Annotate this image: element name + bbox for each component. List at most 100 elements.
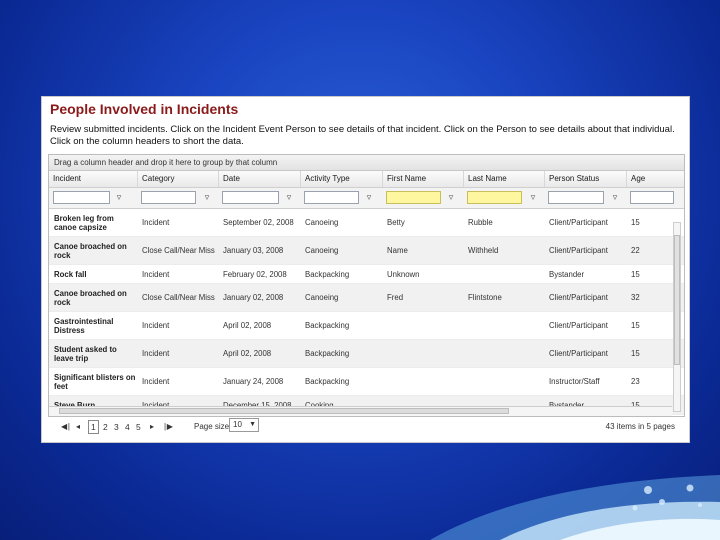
- filter-icon[interactable]: ▿: [283, 191, 295, 204]
- column-header-activity-type[interactable]: Activity Type: [300, 171, 382, 187]
- grid-body: Broken leg from canoe capsize Incident S…: [49, 209, 684, 415]
- first-name-cell[interactable]: [382, 340, 463, 367]
- category-cell: Incident: [142, 349, 170, 358]
- page-number-current[interactable]: 1: [88, 420, 99, 434]
- grid-header: Incident Category Date Activity Type Fir…: [49, 171, 684, 188]
- date-cell: April 02, 2008: [223, 321, 272, 330]
- category-cell: Close Call/Near Miss: [142, 246, 215, 255]
- scrollbar-thumb[interactable]: [59, 408, 509, 414]
- last-name-cell[interactable]: Rubble: [463, 209, 544, 236]
- filter-input-incident[interactable]: [53, 191, 110, 204]
- activity-cell: Canoeing: [305, 218, 339, 227]
- date-cell: January 24, 2008: [223, 377, 284, 386]
- filter-input-last-name[interactable]: [467, 191, 522, 204]
- filter-icon[interactable]: ▿: [363, 191, 375, 204]
- last-name-cell[interactable]: Flintstone: [463, 284, 544, 311]
- category-cell: Close Call/Near Miss: [142, 293, 215, 302]
- last-page-icon[interactable]: | ▶: [164, 422, 173, 431]
- last-name-cell[interactable]: Withheld: [463, 237, 544, 264]
- group-by-drop-zone[interactable]: Drag a column header and drop it here to…: [49, 155, 684, 171]
- filter-icon[interactable]: ▿: [609, 191, 621, 204]
- incident-link[interactable]: Student asked to leave trip: [49, 340, 137, 367]
- status-cell: Client/Participant: [549, 218, 608, 227]
- page-size-select[interactable]: 10 ▼: [229, 418, 259, 432]
- table-row: Significant blisters on feet Incident Ja…: [49, 368, 684, 396]
- page-description: Review submitted incidents. Click on the…: [50, 124, 675, 147]
- column-header-person-status[interactable]: Person Status: [544, 171, 626, 187]
- category-cell: Incident: [142, 269, 170, 279]
- category-cell: Incident: [142, 377, 170, 386]
- filter-input-person-status[interactable]: [548, 191, 604, 204]
- age-cell: 15: [631, 218, 640, 227]
- filter-icon[interactable]: ▿: [445, 191, 457, 204]
- column-header-date[interactable]: Date: [218, 171, 300, 187]
- incident-link[interactable]: Canoe broached on rock: [49, 284, 137, 311]
- first-name-cell[interactable]: Name: [382, 237, 463, 264]
- status-cell: Instructor/Staff: [549, 377, 600, 386]
- age-cell: 22: [631, 246, 640, 255]
- activity-cell: Backpacking: [305, 349, 350, 358]
- horizontal-scrollbar[interactable]: [49, 406, 672, 416]
- first-name-cell[interactable]: [382, 312, 463, 339]
- vertical-scrollbar[interactable]: [673, 222, 681, 412]
- first-page-icon[interactable]: ◀ |: [61, 422, 70, 431]
- first-name-cell[interactable]: Fred: [382, 284, 463, 311]
- last-name-cell[interactable]: [463, 368, 544, 395]
- first-name-cell[interactable]: Unknown: [382, 265, 463, 283]
- first-name-cell[interactable]: [382, 368, 463, 395]
- incident-link[interactable]: Rock fall: [49, 265, 137, 283]
- status-cell: Client/Participant: [549, 349, 608, 358]
- chevron-down-icon: ▼: [249, 421, 256, 428]
- incident-link[interactable]: Significant blisters on feet: [49, 368, 137, 395]
- filter-icon[interactable]: ▿: [527, 191, 539, 204]
- column-header-age[interactable]: Age: [626, 171, 684, 187]
- filter-input-age[interactable]: [630, 191, 674, 204]
- last-name-cell[interactable]: [463, 340, 544, 367]
- scrollbar-thumb[interactable]: [674, 235, 680, 365]
- activity-cell: Canoeing: [305, 293, 339, 302]
- category-cell: Incident: [142, 321, 170, 330]
- age-cell: 15: [631, 269, 640, 279]
- age-cell: 15: [631, 349, 640, 358]
- table-row: Gastrointestinal Distress Incident April…: [49, 312, 684, 340]
- filter-input-first-name[interactable]: [386, 191, 441, 204]
- filter-icon[interactable]: ▿: [201, 191, 213, 204]
- age-cell: 32: [631, 293, 640, 302]
- age-cell: 23: [631, 377, 640, 386]
- page-number[interactable]: 4: [125, 422, 130, 432]
- decorative-wave: [0, 430, 720, 540]
- incident-link[interactable]: Gastrointestinal Distress: [49, 312, 137, 339]
- date-cell: April 02, 2008: [223, 349, 272, 358]
- first-name-cell[interactable]: Betty: [382, 209, 463, 236]
- page-title: People Involved in Incidents: [50, 101, 239, 117]
- date-cell: September 02, 2008: [223, 218, 294, 227]
- previous-page-icon[interactable]: ◂: [76, 422, 80, 431]
- column-header-incident[interactable]: Incident: [49, 171, 137, 187]
- activity-cell: Canoeing: [305, 246, 339, 255]
- table-row: Canoe broached on rock Close Call/Near M…: [49, 284, 684, 312]
- status-cell: Client/Participant: [549, 293, 608, 302]
- date-cell: February 02, 2008: [223, 269, 287, 279]
- next-page-icon[interactable]: ▸: [150, 422, 154, 431]
- date-cell: January 03, 2008: [223, 246, 284, 255]
- last-name-cell[interactable]: [463, 265, 544, 283]
- page-number[interactable]: 3: [114, 422, 119, 432]
- filter-input-date[interactable]: [222, 191, 279, 204]
- date-cell: January 02, 2008: [223, 293, 284, 302]
- filter-input-category[interactable]: [141, 191, 196, 204]
- page-number[interactable]: 5: [136, 422, 141, 432]
- age-cell: 15: [631, 321, 640, 330]
- column-header-last-name[interactable]: Last Name: [463, 171, 544, 187]
- activity-cell: Backpacking: [305, 377, 350, 386]
- column-header-first-name[interactable]: First Name: [382, 171, 463, 187]
- incident-link[interactable]: Canoe broached on rock: [49, 237, 137, 264]
- last-name-cell[interactable]: [463, 312, 544, 339]
- activity-cell: Backpacking: [305, 321, 350, 330]
- table-row: Rock fall Incident February 02, 2008 Bac…: [49, 265, 684, 284]
- filter-input-activity-type[interactable]: [304, 191, 359, 204]
- page-size-value: 10: [233, 420, 242, 429]
- filter-icon[interactable]: ▿: [113, 191, 125, 204]
- column-header-category[interactable]: Category: [137, 171, 218, 187]
- page-number[interactable]: 2: [103, 422, 108, 432]
- incident-link[interactable]: Broken leg from canoe capsize: [49, 209, 137, 236]
